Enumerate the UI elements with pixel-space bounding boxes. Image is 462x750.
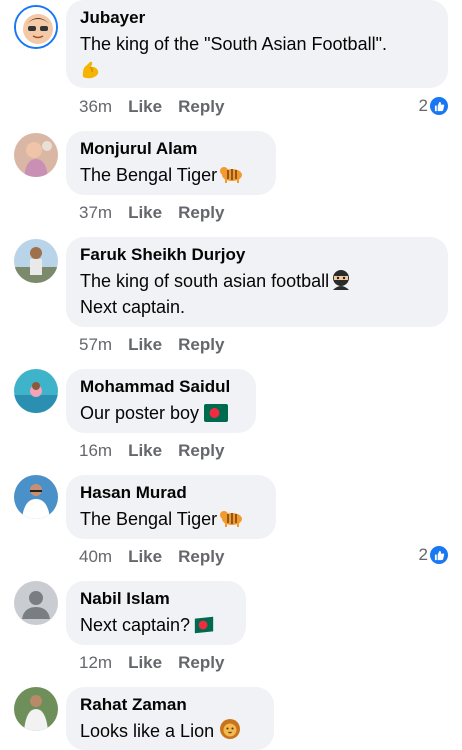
comment-text: Looks like a Lion (80, 721, 215, 741)
tiger-emoji (220, 508, 244, 528)
commenter-name[interactable]: Nabil Islam (80, 589, 232, 609)
reply-button[interactable]: Reply (178, 653, 224, 672)
timestamp[interactable]: 37m (79, 203, 112, 222)
comment-text: The Bengal Tiger (80, 509, 218, 529)
comment-meta: 37m Like Reply (79, 203, 240, 223)
commenter-name[interactable]: Hasan Murad (80, 483, 262, 503)
timestamp[interactable]: 40m (79, 547, 112, 566)
timestamp[interactable]: 16m (79, 441, 112, 460)
comment-meta: 57m Like Reply (79, 335, 240, 355)
avatar[interactable] (14, 133, 58, 177)
comment-meta: 12m Like Reply (79, 653, 240, 673)
like-button[interactable]: Like (128, 441, 162, 460)
thumbs-up-icon (430, 546, 448, 564)
comment-text: The king of the "South Asian Football". (80, 34, 387, 54)
comment-bubble: Nabil Islam Next captain? (66, 581, 246, 645)
avatar[interactable] (14, 475, 58, 519)
like-button[interactable]: Like (128, 97, 162, 116)
bangladesh-flag-emoji (204, 404, 229, 422)
comment-bubble: Faruk Sheikh Durjoy The king of south as… (66, 237, 448, 327)
ninja-emoji (330, 268, 352, 290)
comment-bubble: Rahat Zaman Looks like a Lion (66, 687, 274, 750)
bangladesh-flag-emoji (193, 616, 215, 634)
reaction-number: 2 (418, 96, 428, 115)
comment-bubble: Jubayer The king of the "South Asian Foo… (66, 0, 448, 88)
comment-text: Next captain? (80, 615, 191, 635)
flexed-biceps-emoji (80, 59, 434, 86)
tiger-emoji (220, 164, 244, 184)
comment-text-line: The Bengal Tiger (80, 162, 262, 188)
like-button[interactable]: Like (128, 335, 162, 354)
like-button[interactable]: Like (128, 203, 162, 222)
reaction-count[interactable]: 2 (419, 545, 448, 565)
like-button[interactable]: Like (128, 547, 162, 566)
avatar[interactable] (14, 369, 58, 413)
comment-text: Our poster boy (80, 403, 200, 423)
like-button[interactable]: Like (128, 653, 162, 672)
comment-bubble: Hasan Murad The Bengal Tiger (66, 475, 276, 539)
avatar[interactable] (14, 239, 58, 283)
comment-meta: 40m Like Reply (79, 547, 240, 567)
lion-emoji (219, 718, 241, 740)
reply-button[interactable]: Reply (178, 441, 224, 460)
comment-text-line: Our poster boy (80, 400, 242, 426)
timestamp[interactable]: 57m (79, 335, 112, 354)
comment-text-line: Next captain? (80, 612, 232, 638)
comment-bubble: Mohammad Saidul Our poster boy (66, 369, 256, 433)
comment-meta: 16m Like Reply (79, 441, 240, 461)
comment-text: The king of south asian football (80, 271, 330, 291)
comment-text-line: The king of south asian football (80, 268, 434, 294)
timestamp[interactable]: 36m (79, 97, 112, 116)
avatar[interactable] (14, 5, 58, 49)
comment-text: Next captain. (80, 297, 186, 317)
commenter-name[interactable]: Monjurul Alam (80, 139, 262, 159)
timestamp[interactable]: 12m (79, 653, 112, 672)
comment-text: The Bengal Tiger (80, 165, 218, 185)
reply-button[interactable]: Reply (178, 97, 224, 116)
thumbs-up-icon (430, 97, 448, 115)
comment-text-line: Looks like a Lion (80, 718, 260, 744)
comment-text-line: The Bengal Tiger (80, 506, 262, 532)
commenter-name[interactable]: Mohammad Saidul (80, 377, 242, 397)
commenter-name[interactable]: Faruk Sheikh Durjoy (80, 245, 434, 265)
commenter-name[interactable]: Jubayer (80, 8, 434, 28)
reply-button[interactable]: Reply (178, 547, 224, 566)
reaction-number: 2 (418, 545, 428, 564)
avatar[interactable] (14, 581, 58, 625)
reaction-count[interactable]: 2 (419, 96, 448, 116)
reply-button[interactable]: Reply (178, 203, 224, 222)
comment-bubble: Monjurul Alam The Bengal Tiger (66, 131, 276, 195)
avatar[interactable] (14, 687, 58, 731)
reply-button[interactable]: Reply (178, 335, 224, 354)
comment-meta: 36m Like Reply (79, 97, 240, 117)
commenter-name[interactable]: Rahat Zaman (80, 695, 260, 715)
